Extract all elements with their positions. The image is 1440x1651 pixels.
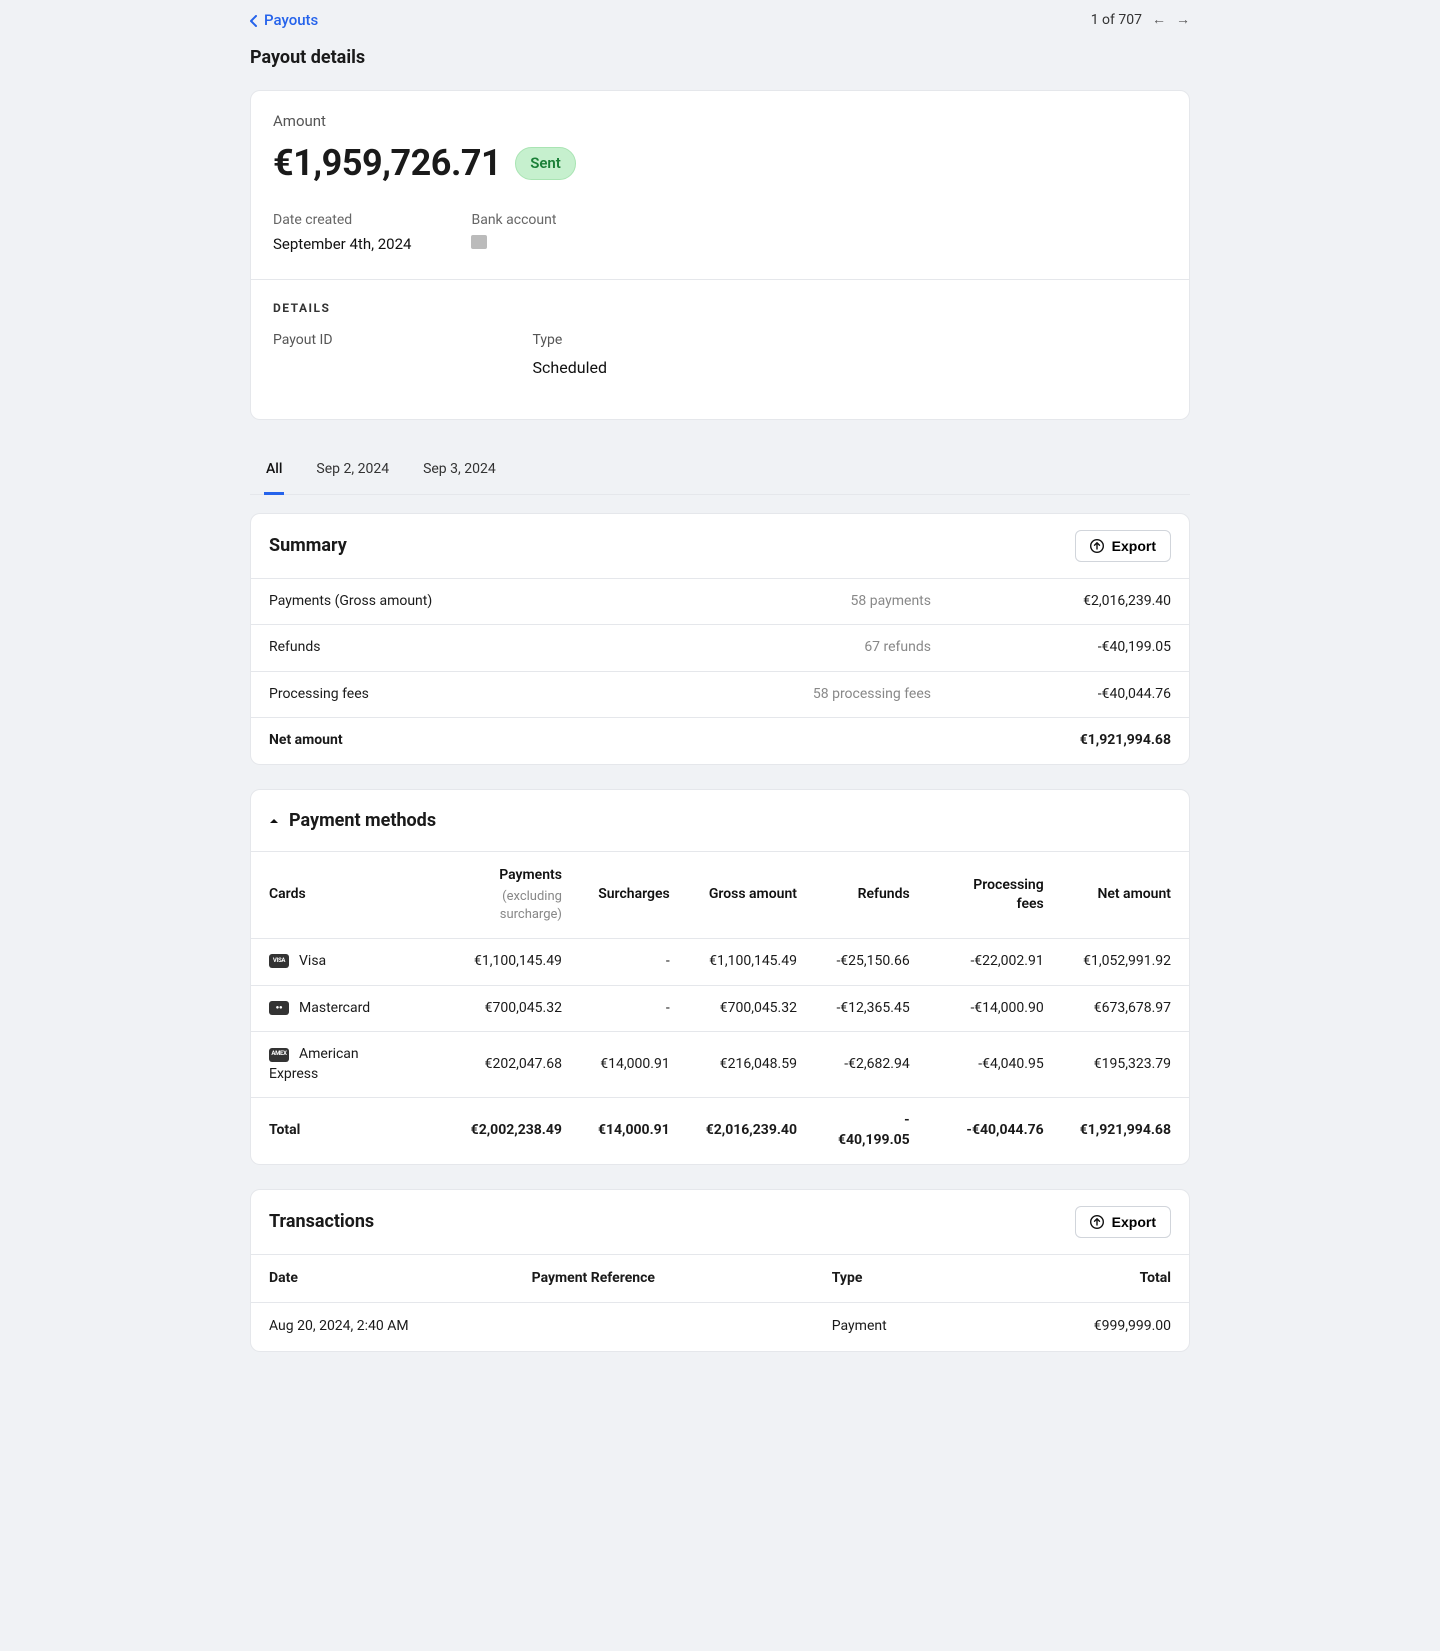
pager: 1 of 707 ← → xyxy=(1091,11,1190,31)
summary-row: Refunds67 refunds-€40,199.05 xyxy=(251,624,1189,671)
chevron-left-icon xyxy=(250,15,258,27)
transactions-title: Transactions xyxy=(269,1209,374,1234)
amount-value: €1,959,726.71 xyxy=(273,138,501,188)
col-payments: Payments (excluding surcharge) xyxy=(422,852,580,939)
transactions-card: Transactions Export Date Payment Referen… xyxy=(250,1189,1190,1352)
payment-method-row: VISAVisa€1,100,145.49-€1,100,145.49-€25,… xyxy=(251,939,1189,986)
col-cards: Cards xyxy=(251,852,422,939)
page-title: Payout details xyxy=(250,45,1190,70)
payment-method-row: AMEXAmerican Express€202,047.68€14,000.9… xyxy=(251,1032,1189,1098)
tx-date: Aug 20, 2024, 2:40 AM xyxy=(251,1303,514,1351)
summary-row-count: 67 refunds xyxy=(529,638,971,658)
export-icon xyxy=(1090,1215,1104,1229)
summary-row-label: Payments (Gross amount) xyxy=(269,592,529,612)
summary-card: Summary Export Payments (Gross amount)58… xyxy=(250,513,1190,765)
bank-icon xyxy=(471,235,487,249)
breadcrumb-back[interactable]: Payouts xyxy=(250,10,318,31)
bank-account-label: Bank account xyxy=(471,211,556,231)
summary-row-count: 58 payments xyxy=(529,592,971,612)
summary-row: Processing fees58 processing fees-€40,04… xyxy=(251,671,1189,718)
card-name: Mastercard xyxy=(299,1000,370,1016)
status-badge: Sent xyxy=(515,147,576,180)
tx-col-total: Total xyxy=(1001,1254,1189,1303)
summary-title: Summary xyxy=(269,533,347,558)
card-brand-icon: VISA xyxy=(269,954,289,968)
amount-label: Amount xyxy=(273,111,1167,132)
caret-up-icon xyxy=(269,816,279,826)
details-heading: DETAILS xyxy=(273,300,1167,317)
payment-methods-title: Payment methods xyxy=(289,808,436,833)
summary-row-amount: -€40,199.05 xyxy=(971,638,1171,658)
payout-header-card: Amount €1,959,726.71 Sent Date created S… xyxy=(250,90,1190,420)
payment-method-row: ●●Mastercard€700,045.32-€700,045.32-€12,… xyxy=(251,985,1189,1032)
pager-prev[interactable]: ← xyxy=(1152,11,1166,31)
summary-row: Payments (Gross amount)58 payments€2,016… xyxy=(251,578,1189,625)
tx-col-date: Date xyxy=(251,1254,514,1303)
summary-row-label: Processing fees xyxy=(269,685,529,705)
date-created-value: September 4th, 2024 xyxy=(273,234,411,255)
payout-id-label: Payout ID xyxy=(273,331,333,351)
export-icon xyxy=(1090,539,1104,553)
tx-col-ref: Payment Reference xyxy=(514,1254,814,1303)
date-tabs: All Sep 2, 2024 Sep 3, 2024 xyxy=(250,444,1190,495)
type-value: Scheduled xyxy=(533,357,607,379)
col-surcharges: Surcharges xyxy=(580,852,688,939)
card-brand-icon: AMEX xyxy=(269,1048,289,1062)
export-label: Export xyxy=(1112,1214,1156,1230)
tx-col-type: Type xyxy=(814,1254,1002,1303)
card-brand-icon: ●● xyxy=(269,1001,289,1015)
summary-row-count: 58 processing fees xyxy=(529,685,971,705)
col-net: Net amount xyxy=(1062,852,1189,939)
tab-date-2[interactable]: Sep 3, 2024 xyxy=(421,450,498,495)
col-fees: Processing fees xyxy=(928,852,1062,939)
net-amount-label: Net amount xyxy=(269,731,529,751)
type-label: Type xyxy=(533,331,607,351)
tx-total: €999,999.00 xyxy=(1001,1303,1189,1351)
tab-all[interactable]: All xyxy=(264,450,284,495)
tx-ref xyxy=(514,1303,814,1351)
card-name: Visa xyxy=(299,953,326,969)
export-summary-button[interactable]: Export xyxy=(1075,530,1171,562)
col-gross: Gross amount xyxy=(688,852,815,939)
summary-row-amount: €2,016,239.40 xyxy=(971,592,1171,612)
breadcrumb-label: Payouts xyxy=(264,10,318,31)
export-transactions-button[interactable]: Export xyxy=(1075,1206,1171,1238)
payment-methods-card: Payment methods Cards Payments (excludin… xyxy=(250,789,1190,1165)
payment-methods-toggle[interactable]: Payment methods xyxy=(251,790,1189,851)
payment-method-total-row: Total€2,002,238.49€14,000.91€2,016,239.4… xyxy=(251,1098,1189,1164)
tab-date-1[interactable]: Sep 2, 2024 xyxy=(314,450,391,495)
pager-text: 1 of 707 xyxy=(1091,11,1142,31)
col-refunds: Refunds xyxy=(815,852,928,939)
net-amount-value: €1,921,994.68 xyxy=(971,731,1171,751)
date-created-label: Date created xyxy=(273,211,411,231)
tx-type: Payment xyxy=(814,1303,1002,1351)
summary-row-label: Refunds xyxy=(269,638,529,658)
pager-next[interactable]: → xyxy=(1176,11,1190,31)
export-label: Export xyxy=(1112,538,1156,554)
transaction-row[interactable]: Aug 20, 2024, 2:40 AM Payment€999,999.00 xyxy=(251,1303,1189,1351)
summary-row-amount: -€40,044.76 xyxy=(971,685,1171,705)
